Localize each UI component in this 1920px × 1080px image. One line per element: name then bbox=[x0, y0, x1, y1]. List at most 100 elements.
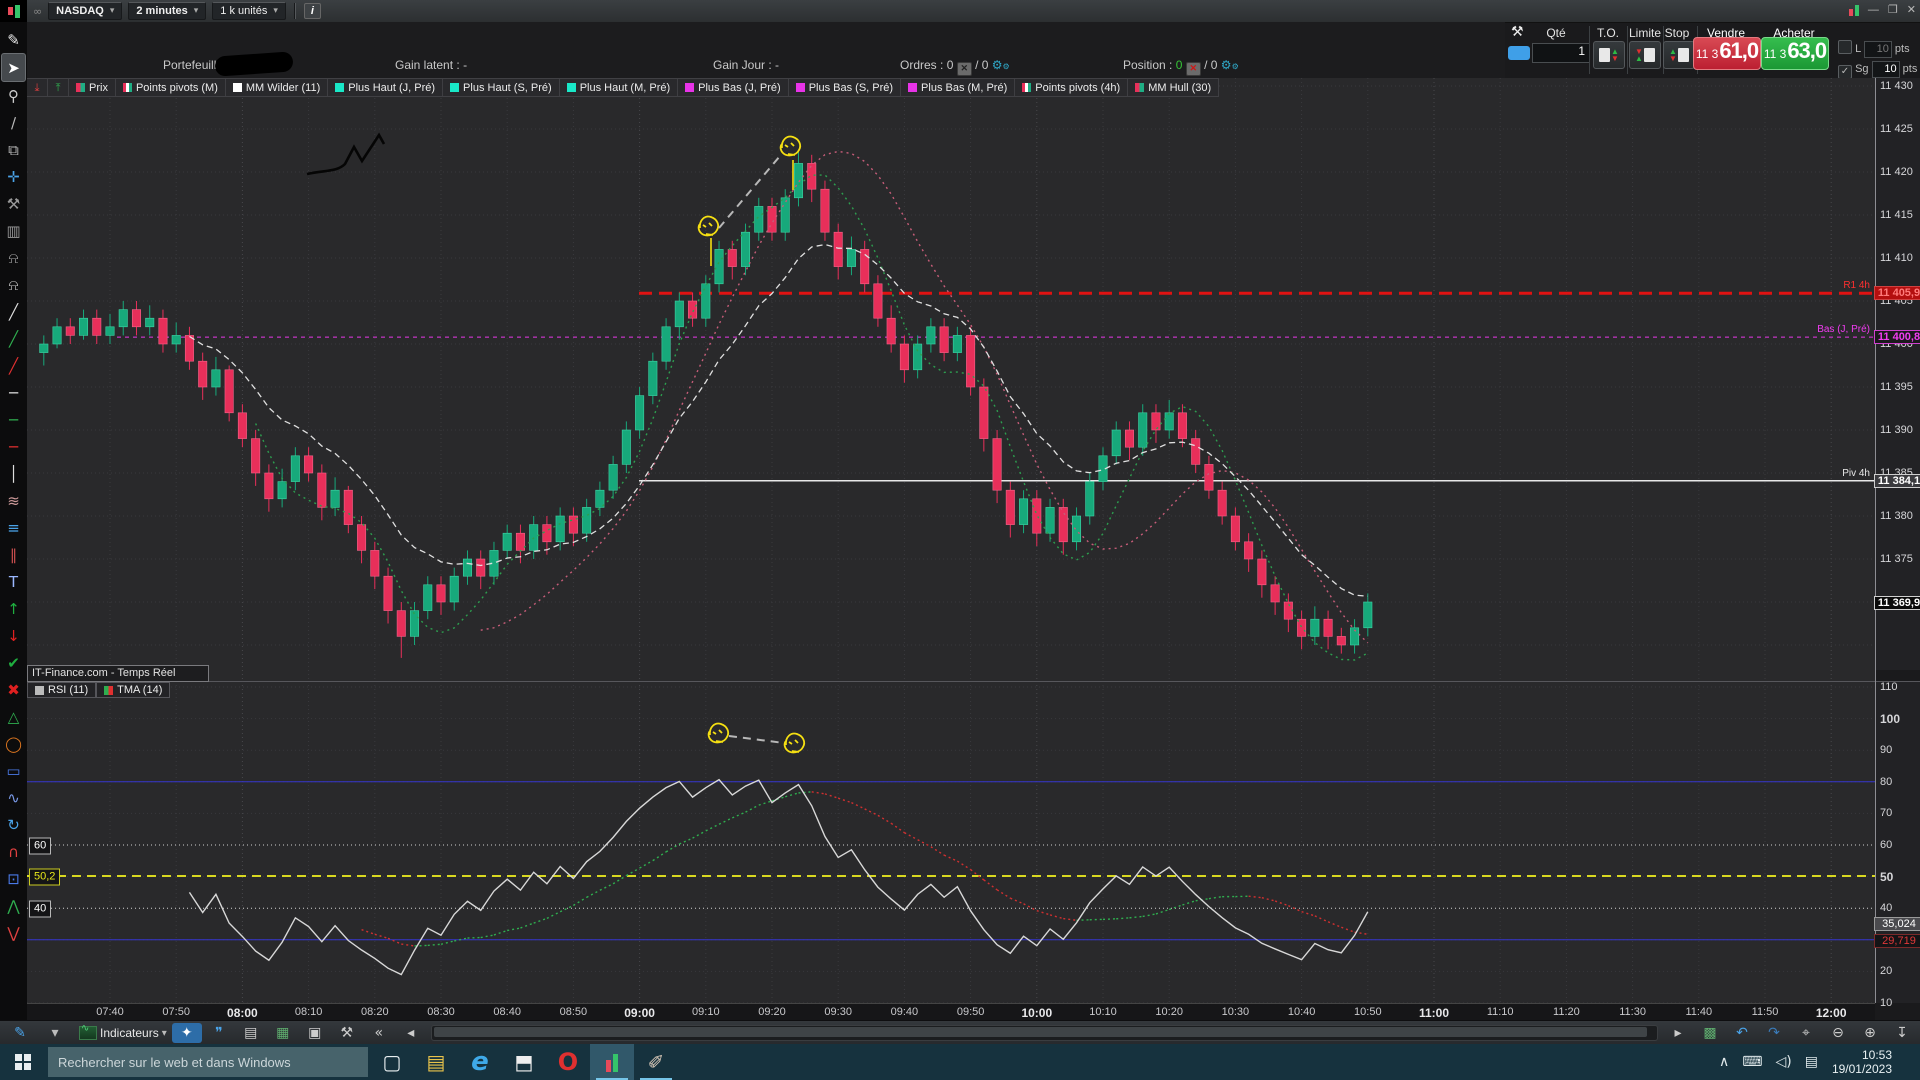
move-tool-icon[interactable]: ✛ bbox=[2, 163, 25, 190]
legend-item[interactable]: Prix bbox=[69, 79, 116, 96]
notification-icon[interactable]: ▤ bbox=[1805, 1054, 1818, 1070]
rsi-level-tag[interactable]: 50,2 bbox=[29, 868, 60, 885]
channel-icon[interactable]: ∥ bbox=[2, 541, 25, 568]
link-icon[interactable]: ∞ bbox=[33, 5, 42, 18]
indicators-button[interactable]: Indicateurs ▾ bbox=[76, 1023, 170, 1043]
zoom-in-icon[interactable]: ⊕ bbox=[1855, 1023, 1885, 1043]
report-icon[interactable]: ▤ bbox=[236, 1023, 266, 1043]
trendline-red-icon[interactable]: ╱ bbox=[2, 352, 25, 379]
trendline-white-icon[interactable]: ╱ bbox=[2, 298, 25, 325]
rectangle-tool-icon[interactable]: ▭ bbox=[2, 757, 25, 784]
rsi-level-tag[interactable]: 40 bbox=[29, 901, 51, 918]
windows-layout-icon[interactable]: ▣ bbox=[300, 1023, 330, 1043]
keyboard-icon[interactable] bbox=[1508, 46, 1530, 60]
arrow-up-icon[interactable]: ↑ bbox=[2, 595, 25, 622]
dock-panel-icon[interactable]: ↧ bbox=[1887, 1023, 1917, 1043]
legend-item[interactable]: Plus Bas (S, Pré) bbox=[789, 79, 901, 96]
scroll-right-arrow[interactable]: ▸ bbox=[1663, 1023, 1693, 1043]
cursor-tool-icon[interactable]: ➤ bbox=[1, 53, 26, 82]
minimize-button[interactable]: — bbox=[1868, 4, 1879, 16]
chat-icon[interactable]: ❞ bbox=[204, 1023, 234, 1043]
to-order-button[interactable]: ▲▼ bbox=[1593, 41, 1625, 69]
volume-icon[interactable]: ◁) bbox=[1775, 1054, 1791, 1070]
ruler-tool-icon[interactable]: ∕ bbox=[2, 109, 25, 136]
rsi-level-tag[interactable]: 60 bbox=[29, 838, 51, 855]
hline-green-icon[interactable]: ─ bbox=[2, 406, 25, 433]
pattern-up-icon[interactable]: ⋀ bbox=[2, 892, 25, 919]
trendline-green-icon[interactable]: ╱ bbox=[2, 325, 25, 352]
pattern-down-icon[interactable]: ⋁ bbox=[2, 919, 25, 946]
instrument-dropdown[interactable]: NASDAQ ▾ bbox=[48, 2, 122, 20]
taskbar-search-input[interactable]: Rechercher sur le web et dans Windows bbox=[48, 1047, 368, 1077]
orders-settings-icon[interactable]: ⚙⚙ bbox=[992, 58, 1010, 72]
text-tool-icon[interactable]: T bbox=[2, 568, 25, 595]
timeframe-dropdown[interactable]: 2 minutes ▾ bbox=[128, 2, 206, 20]
time-axis[interactable]: 07:4007:5008:0008:1008:2008:3008:4008:50… bbox=[27, 1003, 1875, 1021]
export-up-icon[interactable]: ⤒ bbox=[48, 79, 69, 96]
trading-app-icon[interactable] bbox=[590, 1044, 634, 1080]
rsi-chart[interactable] bbox=[27, 681, 1875, 1003]
magnet-icon[interactable]: ∩ bbox=[2, 838, 25, 865]
tools-icon[interactable]: ⚒ bbox=[2, 190, 25, 217]
trash-icon[interactable]: ▥ bbox=[2, 217, 25, 244]
panel-settings-wrench-icon[interactable]: ⚒ bbox=[1511, 24, 1524, 40]
buy-button[interactable]: 11 363,0 bbox=[1761, 37, 1829, 70]
zoom-out-icon[interactable]: ⊖ bbox=[1823, 1023, 1853, 1043]
limit-order-button[interactable]: ▼▲ bbox=[1629, 41, 1661, 69]
redo-icon[interactable]: ↷ bbox=[1759, 1023, 1789, 1043]
vline-icon[interactable]: │ bbox=[2, 460, 25, 487]
store-icon[interactable]: ⬒ bbox=[502, 1044, 546, 1080]
file-explorer-icon[interactable]: ▤ bbox=[414, 1044, 458, 1080]
cross-mark-icon[interactable]: ✖ bbox=[2, 676, 25, 703]
rsi-legend-item[interactable]: RSI (11) bbox=[27, 682, 96, 698]
order-book-icon[interactable]: ▦ bbox=[268, 1023, 298, 1043]
legend-item[interactable]: MM Hull (30) bbox=[1128, 79, 1219, 96]
settings-wrench-icon[interactable]: ⚒ bbox=[332, 1023, 362, 1043]
chart-scrollbar[interactable] bbox=[431, 1025, 1658, 1041]
l-checkbox[interactable] bbox=[1838, 40, 1852, 54]
zoom-tool-icon[interactable]: ⚲ bbox=[2, 82, 25, 109]
gimp-icon[interactable]: ✐ bbox=[634, 1044, 678, 1080]
tma-legend-item[interactable]: TMA (14) bbox=[96, 682, 170, 698]
scroll-left-arrow[interactable]: ◂ bbox=[396, 1023, 426, 1043]
pen-dropdown-caret[interactable]: ▾ bbox=[40, 1023, 70, 1043]
legend-item[interactable]: Plus Bas (M, Pré) bbox=[901, 79, 1015, 96]
network-icon[interactable]: ⌨ bbox=[1742, 1054, 1762, 1070]
arrow-down-icon[interactable]: ↓ bbox=[2, 622, 25, 649]
draw-pen-icon[interactable]: ✎ bbox=[5, 1023, 35, 1043]
start-button[interactable] bbox=[0, 1044, 46, 1080]
ellipse-tool-icon[interactable]: ◯ bbox=[2, 730, 25, 757]
alarm-add-icon[interactable]: ⍾ bbox=[2, 244, 25, 271]
taskbar-clock[interactable]: 10:53 19/01/2023 bbox=[1832, 1048, 1892, 1076]
rsi-axis[interactable]: 11010090807060504030201035,02429,719 bbox=[1876, 682, 1920, 1003]
task-view-icon[interactable]: ▢ bbox=[370, 1044, 414, 1080]
l-points-input[interactable]: 10 bbox=[1864, 41, 1892, 58]
price-chart[interactable] bbox=[27, 78, 1875, 681]
info-icon[interactable]: i bbox=[304, 3, 321, 19]
undo-icon[interactable]: ↶ bbox=[1727, 1023, 1757, 1043]
qty-input[interactable]: 1 bbox=[1532, 43, 1590, 63]
rotate-cursor-icon[interactable]: ↻ bbox=[2, 811, 25, 838]
legend-item[interactable]: Plus Bas (J, Pré) bbox=[678, 79, 789, 96]
units-dropdown[interactable]: 1 k unités ▾ bbox=[212, 2, 286, 20]
draw-pen-button[interactable]: ✎▾ bbox=[1, 1023, 74, 1043]
opera-icon[interactable]: O bbox=[546, 1044, 590, 1080]
sg-points-input[interactable]: 10 bbox=[1872, 61, 1900, 78]
sell-button[interactable]: 11 361,0 bbox=[1693, 37, 1761, 70]
cancel-orders-icon[interactable]: ✕ bbox=[957, 62, 972, 76]
hline-white-icon[interactable]: ─ bbox=[2, 379, 25, 406]
alarm-icon[interactable]: ⍾ bbox=[2, 271, 25, 298]
hline-red-icon[interactable]: ─ bbox=[2, 433, 25, 460]
pencil-tool-icon[interactable]: ✎ bbox=[2, 26, 25, 53]
goto-date-icon[interactable]: ▩ bbox=[1695, 1023, 1725, 1043]
legend-item[interactable]: Plus Haut (M, Pré) bbox=[560, 79, 678, 96]
scrollbar-thumb[interactable] bbox=[434, 1027, 1647, 1037]
stop-order-button[interactable]: ▲▼ bbox=[1663, 41, 1695, 69]
check-mark-icon[interactable]: ✔ bbox=[2, 649, 25, 676]
copy-tool-icon[interactable]: ⧉ bbox=[2, 136, 25, 163]
share-icon[interactable]: ✦ bbox=[172, 1023, 202, 1043]
sg-checkbox[interactable]: ✓ bbox=[1838, 65, 1852, 79]
zigzag-tool-icon[interactable]: ∿ bbox=[2, 784, 25, 811]
lock-cursor-icon[interactable]: ⊡ bbox=[2, 865, 25, 892]
legend-item[interactable]: Plus Haut (S, Pré) bbox=[443, 79, 560, 96]
